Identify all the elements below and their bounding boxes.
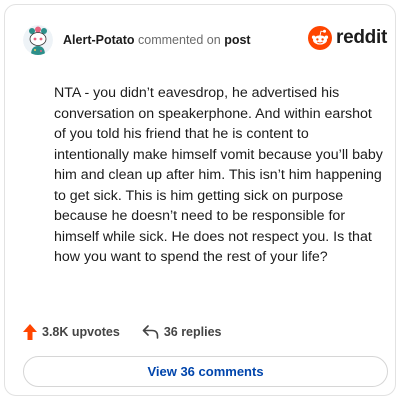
replies-button[interactable]: 36 replies xyxy=(142,325,222,339)
reddit-logo[interactable]: reddit xyxy=(308,26,387,50)
upvote-arrow-icon xyxy=(23,324,37,340)
view-comments-button[interactable]: View 36 comments xyxy=(23,356,388,387)
reply-count: 36 replies xyxy=(163,325,222,339)
reddit-wordmark: reddit xyxy=(336,27,387,48)
comment-meta: Alert-Potato commented on post xyxy=(63,33,251,47)
comment-card: Alert-Potato commented on post reddit NT… xyxy=(4,4,396,396)
reddit-logo-icon xyxy=(308,26,333,50)
action-text: commented on xyxy=(138,33,221,47)
reply-arrow-icon xyxy=(142,325,159,339)
comment-body: NTA - you didn’t eavesdrop, he advertise… xyxy=(54,85,383,265)
snoo-avatar-icon xyxy=(23,25,53,55)
username-link[interactable]: Alert-Potato xyxy=(63,33,135,47)
upvote-count: 3.8K upvotes xyxy=(42,325,120,339)
avatar[interactable] xyxy=(23,25,53,55)
comment-actions: 3.8K upvotes 36 replies xyxy=(23,322,222,342)
post-link[interactable]: post xyxy=(224,33,250,47)
comment-header: Alert-Potato commented on post reddit xyxy=(23,22,387,58)
upvote-button[interactable]: 3.8K upvotes xyxy=(23,324,120,340)
